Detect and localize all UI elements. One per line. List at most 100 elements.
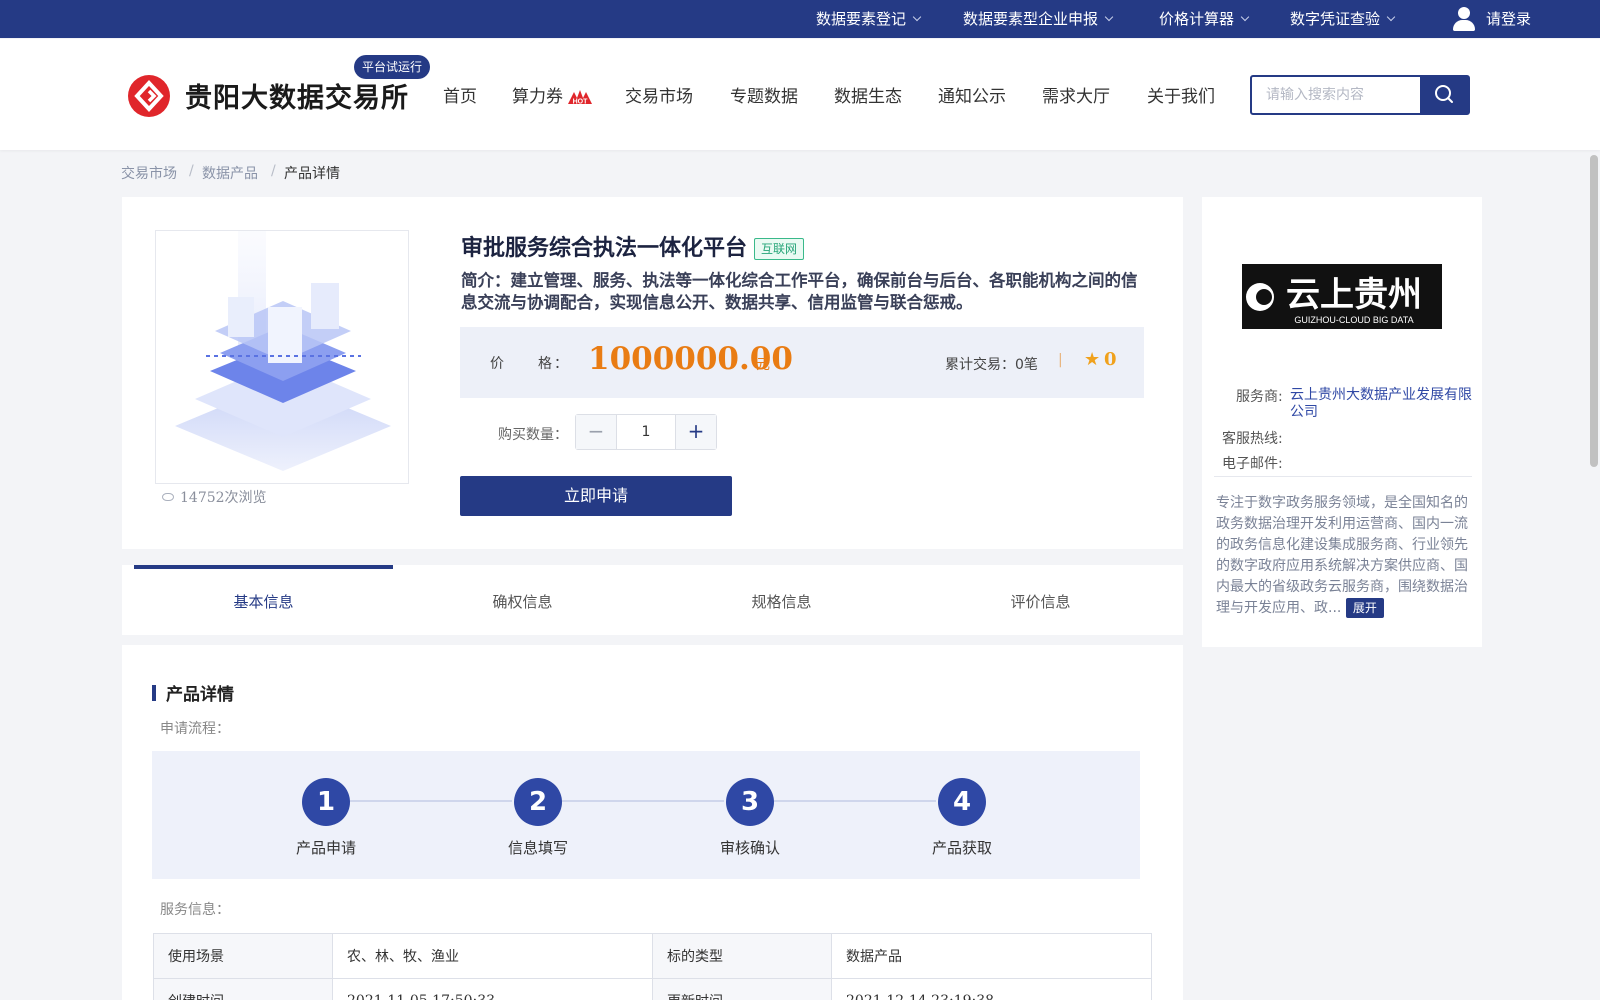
search-input[interactable]	[1252, 77, 1420, 113]
vendor-card: 云上贵州 GUIZHOU-CLOUD BIG DATA 服务商: 云上贵州大数据…	[1202, 197, 1482, 647]
price-unit: 元	[756, 357, 770, 373]
top-utility-bar: 数据要素登记 数据要素型企业申报 价格计算器 数字凭证查验 请登录	[0, 0, 1600, 38]
product-title: 审批服务综合执法一体化平台	[461, 235, 748, 261]
product-description: 简介：建立管理、服务、执法等一体化综合工作平台，确保前台与后台、各职能机构之间的…	[461, 271, 1138, 312]
divider: |	[1058, 352, 1063, 368]
rating-value: 0	[1104, 349, 1117, 370]
vendor-logo-text: 云上贵州	[1286, 275, 1422, 315]
breadcrumb-data-products[interactable]: 数据产品	[202, 163, 258, 183]
step-number: 3	[726, 778, 774, 826]
breadcrumb-separator: /	[189, 163, 194, 179]
hot-badge-icon: HOT	[568, 90, 592, 106]
email-label: 电子邮件:	[1222, 456, 1283, 472]
decrease-button[interactable]: −	[576, 415, 617, 449]
apply-button[interactable]: 立即申请	[460, 476, 732, 516]
logo-text[interactable]: 贵阳大数据交易所	[185, 76, 409, 115]
nav-item-topic-data[interactable]: 专题数据	[730, 82, 798, 107]
chevron-down-icon	[1386, 12, 1396, 22]
product-illustration	[175, 231, 391, 471]
search-icon	[1435, 85, 1453, 103]
topbar-item-label: 数据要素登记	[816, 10, 907, 28]
chevron-down-icon	[1240, 12, 1250, 22]
quantity-label: 购买数量：	[498, 427, 568, 443]
nav-item-compute-voucher[interactable]: 算力券	[512, 82, 563, 107]
expand-button[interactable]: 展开	[1345, 598, 1384, 618]
nav-item-data-ecosystem[interactable]: 数据生态	[834, 82, 902, 107]
table-key: 标的类型	[652, 933, 832, 979]
hot-badge-text: HOT	[573, 99, 589, 106]
product-category-tag: 互联网	[754, 238, 805, 260]
flow-connector	[558, 800, 724, 802]
eye-icon	[162, 493, 174, 501]
tab-rights-info[interactable]: 确权信息	[393, 565, 652, 635]
deal-count: 累计交易：0笔	[945, 354, 1038, 374]
table-key: 创建时间	[153, 978, 333, 1000]
step-label: 信息填写	[507, 839, 568, 857]
step-number: 1	[302, 778, 350, 826]
divider	[1214, 476, 1472, 477]
beta-badge: 平台试运行	[354, 55, 430, 79]
nav-item-notices[interactable]: 通知公示	[938, 82, 1006, 107]
topbar-item-certificate-check[interactable]: 数字凭证查验	[1290, 0, 1396, 38]
tab-review-info[interactable]: 评价信息	[911, 565, 1170, 635]
step-number: 2	[514, 778, 562, 826]
table-value: 数据产品	[831, 933, 1152, 979]
tab-basic-info[interactable]: 基本信息	[134, 565, 393, 635]
vendor-logo-graphic: 云上贵州 GUIZHOU-CLOUD BIG DATA	[1242, 264, 1442, 329]
user-icon[interactable]	[1452, 7, 1476, 31]
vendor-logo[interactable]: 云上贵州 GUIZHOU-CLOUD BIG DATA	[1242, 264, 1442, 329]
provider-label: 服务商:	[1236, 389, 1283, 405]
topbar-item-label: 价格计算器	[1159, 10, 1235, 28]
deal-label: 累计交易：	[945, 357, 1015, 373]
deal-value: 0笔	[1015, 357, 1038, 373]
chevron-down-icon	[912, 12, 922, 22]
nav-item-trade-market[interactable]: 交易市场	[625, 82, 693, 107]
logo-icon[interactable]	[128, 75, 170, 117]
breadcrumb-current: 产品详情	[284, 166, 340, 182]
topbar-item-price-calculator[interactable]: 价格计算器	[1159, 0, 1250, 38]
step-label: 产品申请	[295, 839, 356, 857]
table-key: 使用场景	[153, 933, 333, 979]
price-panel: 价 格： 1000000.00 元 累计交易：0笔 | ★ 0	[460, 327, 1144, 398]
search-box	[1250, 75, 1470, 115]
table-row: 使用场景 农、林、牧、渔业 标的类型 数据产品	[153, 933, 1152, 979]
hotline-label: 客服热线:	[1222, 431, 1283, 447]
topbar-item-label: 数字凭证查验	[1290, 10, 1381, 28]
topbar-item-label: 数据要素型企业申报	[963, 10, 1099, 28]
flow-connector	[347, 800, 512, 802]
table-key: 更新时间	[652, 978, 832, 1000]
product-image	[155, 230, 409, 484]
step-label: 审核确认	[719, 839, 780, 857]
star-icon: ★	[1084, 349, 1101, 370]
flow-label: 申请流程：	[160, 721, 230, 737]
section-title: 产品详情	[166, 685, 234, 705]
login-link[interactable]: 请登录	[1486, 0, 1531, 38]
table-value: 农、林、牧、渔业	[332, 933, 653, 979]
flow-connector	[770, 800, 936, 802]
chevron-down-icon	[1104, 12, 1114, 22]
provider-link[interactable]: 云上贵州大数据产业发展有限公司	[1290, 387, 1480, 421]
price-label: 价 格：	[490, 356, 570, 372]
nav-item-home[interactable]: 首页	[443, 82, 477, 107]
tab-spec-info[interactable]: 规格信息	[652, 565, 911, 635]
table-value: 2021-11-05 17:50:33	[332, 978, 653, 1000]
topbar-item-enterprise-declare[interactable]: 数据要素型企业申报	[963, 0, 1114, 38]
breadcrumb-separator: /	[271, 163, 276, 179]
page-scrollbar[interactable]	[1590, 155, 1598, 467]
step-number: 4	[938, 778, 986, 826]
quantity-stepper: − 1 +	[575, 414, 717, 450]
nav-item-demand-hall[interactable]: 需求大厅	[1042, 82, 1110, 107]
nav-item-about-us[interactable]: 关于我们	[1147, 82, 1215, 107]
table-value: 2021-12-14 23:19:38	[831, 978, 1152, 1000]
table-row: 创建时间 2021-11-05 17:50:33 更新时间 2021-12-14…	[153, 978, 1152, 1000]
breadcrumb-trade-market[interactable]: 交易市场	[121, 163, 177, 183]
search-button[interactable]	[1420, 77, 1468, 113]
view-count: 14752次浏览	[162, 487, 267, 507]
quantity-input[interactable]: 1	[617, 415, 675, 449]
view-count-text: 14752次浏览	[180, 490, 267, 506]
service-info-table: 使用场景 农、林、牧、渔业 标的类型 数据产品 创建时间 2021-11-05 …	[153, 933, 1152, 1000]
service-info-label: 服务信息：	[160, 902, 230, 918]
vendor-logo-subtext: GUIZHOU-CLOUD BIG DATA	[1294, 315, 1413, 325]
topbar-item-data-registration[interactable]: 数据要素登记	[816, 0, 922, 38]
increase-button[interactable]: +	[675, 415, 716, 449]
